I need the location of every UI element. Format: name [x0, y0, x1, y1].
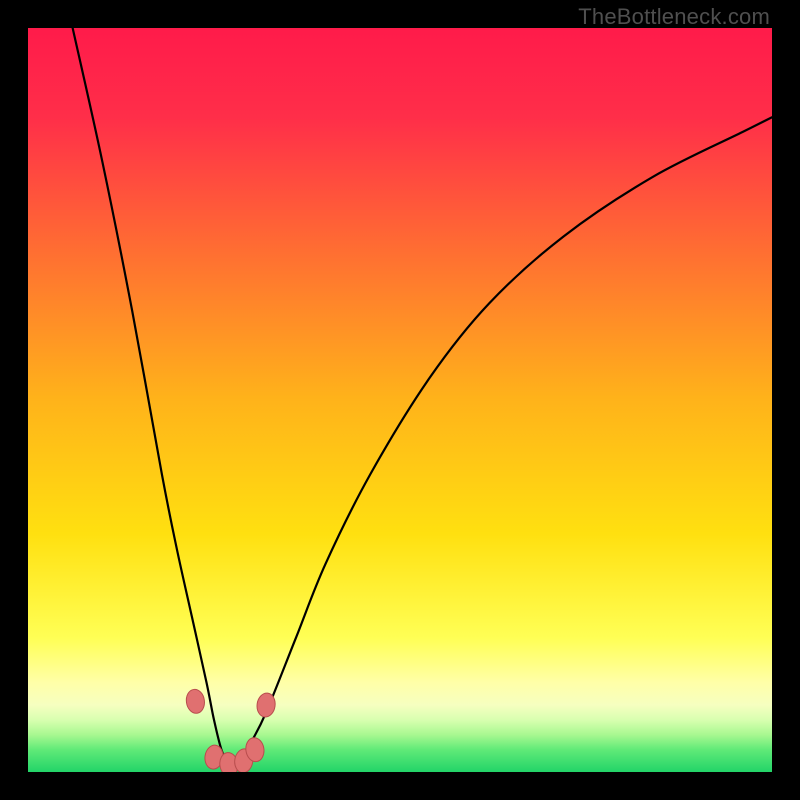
gradient-background: [28, 28, 772, 772]
bottleneck-chart: [28, 28, 772, 772]
watermark-text: TheBottleneck.com: [578, 4, 770, 30]
chart-frame: [28, 28, 772, 772]
